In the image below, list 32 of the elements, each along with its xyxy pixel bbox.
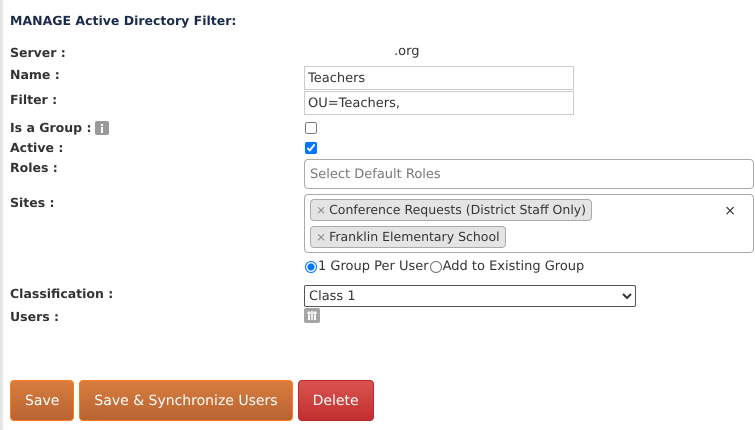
site-tag[interactable]: × Conference Requests (District Staff Only)	[310, 199, 592, 221]
roles-field[interactable]: Select Default Roles	[304, 159, 754, 189]
users-icon[interactable]	[304, 308, 320, 323]
field-label: Classification :	[10, 285, 114, 303]
server-value: .org	[393, 44, 420, 60]
classification-select[interactable]: Class 1	[304, 285, 636, 307]
radio-button[interactable]	[305, 260, 317, 272]
clear-icon[interactable]: ×	[724, 203, 736, 219]
field-label: Is a Group :	[10, 119, 92, 137]
site-tag[interactable]: × Franklin Elementary School	[310, 226, 506, 248]
name-field[interactable]: Teachers	[304, 66, 574, 90]
active-checkbox[interactable]	[305, 142, 317, 154]
radio-button[interactable]	[430, 260, 442, 272]
group-checkbox[interactable]	[305, 122, 317, 134]
save-button[interactable]: Save	[10, 380, 74, 421]
field-label: Active :	[10, 139, 64, 157]
group-mode-option[interactable]: 1 Group Per User	[304, 259, 429, 274]
field-label: Name :	[10, 66, 61, 84]
field-label: Server :	[10, 44, 67, 62]
tag-text: Conference Requests (District Staff Only)	[329, 201, 586, 219]
save-button[interactable]: Save & Synchronize Users	[79, 380, 293, 421]
delete-button[interactable]: Delete	[298, 380, 374, 421]
filter-field[interactable]: OU=Teachers,	[304, 91, 574, 115]
field-label: Filter :	[10, 91, 58, 109]
field-label: Roles :	[10, 159, 59, 177]
sites-field[interactable]: × Conference Requests (District Staff Only) × Franklin Elementary School ×	[304, 194, 754, 253]
group-mode-option[interactable]: Add to Existing Group	[428, 259, 584, 274]
info-icon[interactable]	[95, 121, 110, 135]
field-label: Sites :	[10, 194, 56, 212]
tag-text: Franklin Elementary School	[329, 228, 500, 246]
field-label: Users :	[10, 308, 60, 326]
form-title: MANAGE Active Directory Filter:	[10, 12, 238, 30]
